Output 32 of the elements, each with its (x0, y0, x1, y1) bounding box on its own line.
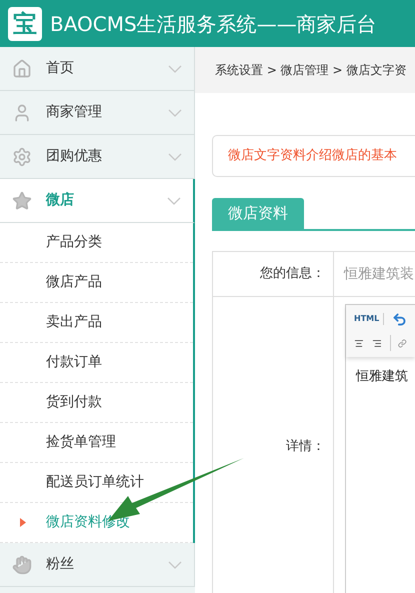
submenu-item[interactable]: 微店产品 (46, 272, 102, 293)
submenu-item[interactable]: 货到付款 (46, 392, 102, 413)
html-button[interactable]: HTML (354, 313, 384, 325)
star-icon (12, 190, 32, 210)
menu-item[interactable]: 商家管理 (0, 91, 195, 135)
submenu-item[interactable]: 产品分类 (46, 232, 102, 253)
home-icon (12, 58, 32, 78)
hand-icon (12, 554, 32, 574)
submenu-item[interactable]: 配送员订单统计 (46, 472, 144, 493)
chevron-icon (168, 560, 182, 568)
undo-icon[interactable] (392, 312, 408, 326)
chevron-icon (167, 196, 181, 204)
breadcrumb: 系统设置 > 微店管理 > 微店文字资 (215, 62, 406, 79)
settings-icon (12, 146, 32, 166)
submenu-item[interactable]: 付款订单 (46, 352, 102, 373)
field-label: 您的信息： (260, 265, 325, 284)
field-label: 详情： (286, 438, 325, 456)
link-icon[interactable] (398, 336, 407, 350)
chevron-icon (168, 108, 182, 116)
field-value: 恒雅建筑装 (344, 264, 414, 284)
notice-text: 微店文字资料介绍微店的基本 (228, 147, 397, 166)
menu-item[interactable]: 首页 (0, 47, 195, 91)
chevron-icon (168, 64, 182, 72)
editor-content: 恒雅建筑 (356, 369, 408, 384)
submenu-item[interactable]: 卖出产品 (46, 312, 102, 333)
triangle-icon (20, 518, 26, 527)
rich-text-editor[interactable]: HTML 恒雅建筑 (345, 304, 415, 593)
submenu-item[interactable]: 捡货单管理 (46, 432, 116, 453)
logo: 宝 (8, 6, 42, 40)
chevron-icon (168, 152, 182, 160)
menu-item[interactable]: 粉丝 (0, 543, 195, 587)
app-title: BAOCMS生活服务系统——商家后台 (50, 10, 377, 38)
